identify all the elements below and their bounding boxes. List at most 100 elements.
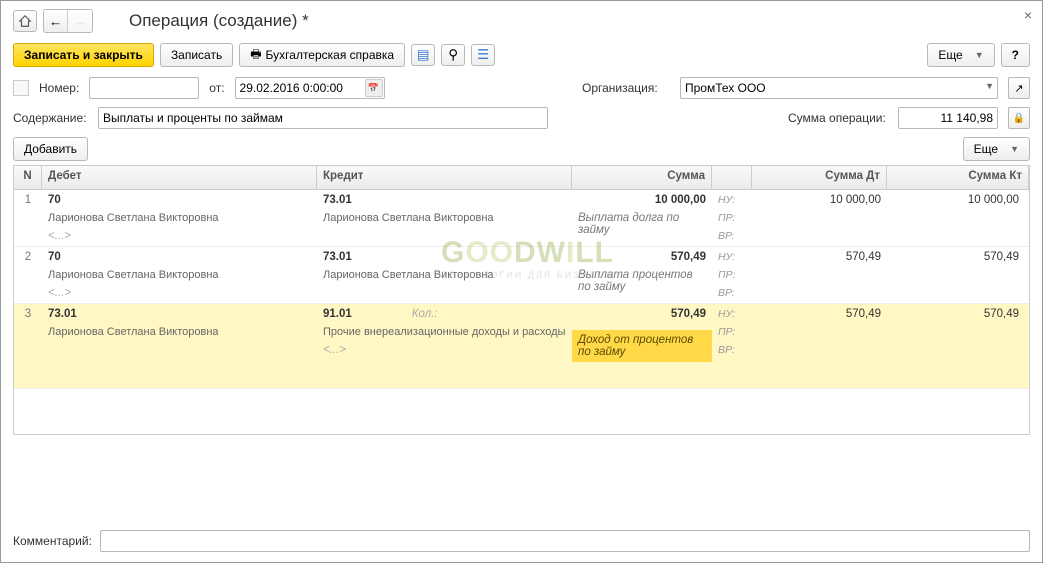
open-icon: ↗ [1014, 82, 1023, 95]
nav-group: ← → [43, 9, 93, 33]
row-num: 1 [14, 190, 42, 246]
paperclip-icon: ⚲ [448, 47, 458, 63]
sum-note: Выплата долга по займу [578, 212, 706, 236]
comment-input[interactable] [100, 530, 1030, 552]
col-debit[interactable]: Дебет [42, 166, 317, 189]
document-icon: ▤ [417, 47, 430, 63]
debit-ext: <...> [48, 230, 311, 242]
window-title: Операция (создание) * [129, 11, 309, 31]
accounting-reference-button[interactable]: 🖶 Бухгалтерская справка [239, 43, 405, 67]
credit-cell[interactable]: 73.01 Ларионова Светлана Викторовна [317, 190, 572, 246]
home-icon [18, 14, 32, 28]
sum-label: Сумма операции: [788, 111, 888, 125]
home-button[interactable] [13, 10, 37, 32]
debit-account: 73.01 [48, 308, 311, 320]
help-button[interactable]: ? [1001, 43, 1030, 67]
sumkt-cell[interactable]: 10 000,00 [887, 190, 1029, 246]
arrow-right-icon: → [73, 14, 86, 29]
clip-button[interactable]: ⚲ [441, 44, 465, 66]
col-n[interactable]: N [14, 166, 42, 189]
sumkt-cell[interactable]: 570,49 [887, 304, 1029, 388]
col-sumdt[interactable]: Сумма Дт [752, 166, 887, 189]
sum-cell[interactable]: 10 000,00 Выплата долга по займу [572, 190, 712, 246]
grid-more-button[interactable]: Еще▼ [963, 137, 1030, 161]
number-label: Номер: [39, 81, 79, 95]
credit-subconto: Ларионова Светлана Викторовна [323, 212, 566, 224]
content-input[interactable] [98, 107, 548, 129]
save-close-button[interactable]: Записать и закрыть [13, 43, 154, 67]
add-row-button[interactable]: Добавить [13, 137, 88, 161]
table-row[interactable]: 2 70 Ларионова Светлана Викторовна <...>… [14, 247, 1029, 304]
number-input[interactable] [89, 77, 199, 99]
col-sumkt[interactable]: Сумма Кт [887, 166, 1029, 189]
org-select[interactable] [680, 77, 998, 99]
credit-account: 73.01 [323, 194, 566, 206]
comment-row: Комментарий: [13, 530, 1030, 552]
credit-subconto: Прочие внереализационные доходы и расход… [323, 326, 566, 338]
tags-cell: НУ: ПР: ВР: [712, 247, 752, 303]
credit-account: 73.01 [323, 251, 566, 263]
org-open-button[interactable]: ↗ [1008, 77, 1030, 99]
tags-cell: НУ: ПР: ВР: [712, 190, 752, 246]
debit-account: 70 [48, 194, 311, 206]
sumkt-cell[interactable]: 570,49 [887, 247, 1029, 303]
col-credit[interactable]: Кредит [317, 166, 572, 189]
operation-window: × ← → Операция (создание) * Записать и з… [0, 0, 1043, 563]
table-row[interactable]: 1 70 Ларионова Светлана Викторовна <...>… [14, 190, 1029, 247]
credit-cell[interactable]: 73.01 Ларионова Светлана Викторовна [317, 247, 572, 303]
from-label: от: [209, 81, 224, 95]
date-input[interactable] [235, 77, 385, 99]
debit-subconto: Ларионова Светлана Викторовна [48, 212, 311, 224]
grid-header: N Дебет Кредит Сумма Сумма Дт Сумма Кт [14, 166, 1029, 190]
tag-nu: НУ: [718, 194, 746, 206]
nav-back-button[interactable]: ← [44, 10, 68, 32]
chevron-down-icon[interactable]: ▼ [985, 81, 994, 91]
sumdt-cell[interactable]: 570,49 [752, 247, 887, 303]
sumdt-cell[interactable]: 570,49 [752, 304, 887, 388]
more-button[interactable]: Еще▼ [927, 43, 994, 67]
tag-vr: ВР: [718, 344, 746, 356]
sum-value: 10 000,00 [578, 194, 706, 206]
calendar-icon[interactable]: 📅 [365, 79, 383, 97]
lock-icon: 🔒 [1013, 113, 1025, 124]
document-type-icon [13, 80, 29, 96]
sum-note: Доход от процентов по займу [572, 330, 712, 362]
save-button[interactable]: Записать [160, 43, 233, 67]
header-bar: ← → Операция (создание) * [13, 9, 1030, 33]
close-icon[interactable]: × [1024, 7, 1032, 23]
sumdt-cell[interactable]: 10 000,00 [752, 190, 887, 246]
list-button[interactable]: ☰ [471, 44, 495, 66]
tag-vr: ВР: [718, 287, 746, 299]
tags-cell: НУ: ПР: ВР: [712, 304, 752, 388]
col-tag [712, 166, 752, 189]
row-num: 3 [14, 304, 42, 388]
col-sum[interactable]: Сумма [572, 166, 712, 189]
debit-cell[interactable]: 70 Ларионова Светлана Викторовна <...> [42, 190, 317, 246]
debit-subconto: Ларионова Светлана Викторовна [48, 269, 311, 281]
sum-input[interactable] [898, 107, 998, 129]
debit-cell[interactable]: 73.01 Ларионова Светлана Викторовна [42, 304, 317, 388]
debit-account: 70 [48, 251, 311, 263]
sum-cell[interactable]: 570,49 Выплата процентов по займу [572, 247, 712, 303]
row-num: 2 [14, 247, 42, 303]
content-label: Содержание: [13, 111, 88, 125]
form-row-number: Номер: от: 📅 Организация: ▼ ↗ [13, 77, 1030, 99]
sum-value: 570,49 [578, 251, 706, 263]
debit-subconto: Ларионова Светлана Викторовна [48, 326, 311, 338]
tag-nu: НУ: [718, 308, 746, 320]
tag-pr: ПР: [718, 212, 746, 224]
credit-account: 91.01 [323, 308, 352, 320]
table-row[interactable]: 3 73.01 Ларионова Светлана Викторовна 91… [14, 304, 1029, 389]
credit-ext: <...> [323, 344, 566, 356]
main-toolbar: Записать и закрыть Записать 🖶 Бухгалтерс… [13, 43, 1030, 67]
org-label: Организация: [582, 81, 670, 95]
credit-kol: Кол.: [412, 308, 438, 320]
sum-lock-button[interactable]: 🔒 [1008, 107, 1030, 129]
sum-value: 570,49 [572, 304, 712, 324]
sum-cell[interactable]: 570,49 Доход от процентов по займу [572, 304, 712, 388]
debit-ext: <...> [48, 287, 311, 299]
more-label: Еще [938, 48, 962, 62]
credit-cell[interactable]: 91.01 Кол.: Прочие внереализационные дохо… [317, 304, 572, 388]
attach-file-button[interactable]: ▤ [411, 44, 435, 66]
debit-cell[interactable]: 70 Ларионова Светлана Викторовна <...> [42, 247, 317, 303]
